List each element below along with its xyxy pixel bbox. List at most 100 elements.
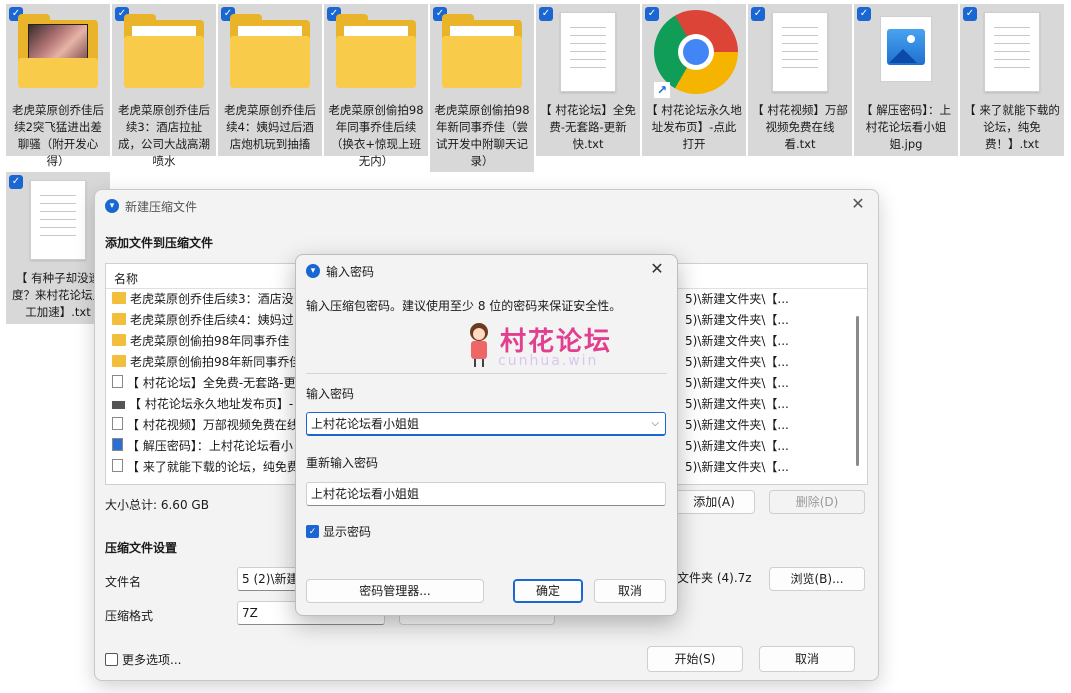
add-button[interactable]: 添加(A)	[673, 490, 755, 514]
file-tile[interactable]: ✓ 【 村花视频】万部视频免费在线看.txt	[748, 4, 852, 156]
text-file-icon	[112, 459, 123, 472]
folder-icon	[230, 10, 310, 94]
file-label: 老虎菜原创乔佳后续3：酒店拉扯成，公司大战高潮喷水	[118, 103, 210, 168]
dialog-titlebar: ▾ 输入密码	[306, 261, 374, 281]
list-item-path: 5)\新建文件夹\【...	[685, 292, 789, 306]
file-label: 【 村花论坛永久地址发布页】-点此打开	[646, 103, 742, 151]
text-file-icon	[760, 10, 840, 94]
browse-button[interactable]: 浏览(B)...	[769, 567, 865, 591]
list-item-name: 【 村花视频】万部视频免费在线	[127, 418, 299, 432]
list-item-path: 5)\新建文件夹\【...	[685, 460, 789, 474]
file-tile[interactable]: ✓ 老虎菜原创乔佳后续2突飞猛进出差聊骚（附开发心得）	[6, 4, 110, 168]
cancel-button[interactable]: 取消	[759, 646, 855, 672]
file-tile[interactable]: ✓ 【 解压密码】：上村花论坛看小姐姐.jpg	[854, 4, 958, 156]
divider	[306, 373, 667, 374]
password-manager-button[interactable]: 密码管理器...	[306, 579, 484, 603]
text-file-icon	[972, 10, 1052, 94]
format-label: 压缩格式	[105, 609, 154, 623]
file-label: 老虎菜原创乔佳后续4：姨妈过后酒店炮机玩到抽搐	[224, 103, 316, 151]
file-tile[interactable]: ✓ 老虎菜原创乔佳后续4：姨妈过后酒店炮机玩到抽搐	[218, 4, 322, 156]
delete-button[interactable]: 删除(D)	[769, 490, 865, 514]
list-item-name: 【 村花论坛永久地址发布页】-	[129, 397, 294, 411]
start-button[interactable]: 开始(S)	[647, 646, 743, 672]
file-label: 【 解压密码】：上村花论坛看小姐姐.jpg	[861, 103, 951, 151]
file-label: 【 村花论坛】全免费-无套路-更新快.txt	[540, 103, 636, 151]
add-files-heading: 添加文件到压缩文件	[105, 236, 214, 250]
folder-icon	[336, 10, 416, 94]
dialog-titlebar: ▾ 新建压缩文件	[105, 196, 197, 216]
file-tile[interactable]: ✓ ↗ 【 村花论坛永久地址发布页】-点此打开	[642, 4, 746, 156]
app-logo-icon: ▾	[105, 199, 119, 213]
folder-icon	[112, 334, 126, 346]
show-password-label: 显示密码	[323, 525, 372, 539]
password-label: 输入密码	[306, 387, 355, 401]
reenter-password-input[interactable]: 上村花论坛看小姐姐	[306, 482, 666, 506]
app-logo-icon: ▾	[306, 264, 320, 278]
list-item-name: 【 来了就能下载的论坛，纯免费	[127, 460, 299, 474]
reenter-label: 重新输入密码	[306, 456, 379, 470]
file-label: 老虎菜原创偷拍98年同事乔佳后续（换衣+惊现上班无内）	[328, 103, 424, 168]
file-tile[interactable]: ✓ 老虎菜原创偷拍98年新同事乔佳（尝试开发中附聊天记录）	[430, 4, 534, 172]
close-icon[interactable]: ✕	[848, 194, 868, 214]
text-file-icon	[548, 10, 628, 94]
file-tile[interactable]: ✓ 老虎菜原创乔佳后续3：酒店拉扯成，公司大战高潮喷水	[112, 4, 216, 168]
password-dialog: ▾ 输入密码 ✕ 输入压缩包密码。建议使用至少 8 位的密码来保证安全性。 村花…	[295, 254, 678, 616]
list-item-name: 【 解压密码】：上村花论坛看小	[127, 439, 293, 453]
file-label: 【 有种子却没速度？来村花论坛人工加速】.txt	[12, 271, 104, 319]
list-item-name: 老虎菜原创乔佳后续4：姨妈过	[130, 313, 294, 327]
show-password-checkbox[interactable]: ✓ 显示密码	[306, 523, 371, 540]
chevron-down-icon[interactable]: ⌵	[651, 413, 659, 434]
list-item-path: 5)\新建文件夹\【...	[685, 439, 789, 453]
cancel-button[interactable]: 取消	[594, 579, 666, 603]
filename-label: 文件名	[105, 575, 142, 589]
total-size: 大小总计: 6.60 GB	[105, 498, 209, 512]
column-header-name[interactable]: 名称	[114, 270, 138, 287]
vertical-scrollbar[interactable]	[856, 316, 859, 466]
folder-icon	[112, 355, 126, 367]
password-description: 输入压缩包密码。建议使用至少 8 位的密码来保证安全性。	[306, 299, 622, 313]
chrome-shortcut-icon: ↗	[654, 10, 738, 98]
list-item-path: 5)\新建文件夹\【...	[685, 397, 789, 411]
file-tile[interactable]: ✓ 【 来了就能下载的论坛，纯免费！】.txt	[960, 4, 1064, 156]
ok-button[interactable]: 确定	[513, 579, 583, 603]
password-input[interactable]: 上村花论坛看小姐姐 ⌵	[306, 412, 666, 436]
image-file-icon	[866, 10, 946, 94]
file-label: 【 来了就能下载的论坛，纯免费！】.txt	[964, 103, 1060, 151]
close-icon[interactable]: ✕	[647, 259, 667, 279]
list-item-name: 老虎菜原创偷拍98年同事乔佳	[130, 334, 290, 348]
watermark-logo: 村花论坛 cunhua.win	[466, 321, 646, 377]
settings-heading: 压缩文件设置	[105, 541, 178, 555]
file-tile[interactable]: ✓ 老虎菜原创偷拍98年同事乔佳后续（换衣+惊现上班无内）	[324, 4, 428, 168]
folder-icon	[112, 292, 126, 304]
file-label: 老虎菜原创乔佳后续2突飞猛进出差聊骚（附开发心得）	[12, 103, 104, 168]
shortcut-icon	[112, 401, 125, 409]
list-item-name: 老虎菜原创偷拍98年新同事乔佳	[130, 355, 302, 369]
list-item-path: 5)\新建文件夹\【...	[685, 313, 789, 327]
mascot-girl-icon	[466, 323, 492, 367]
checkbox-icon[interactable]	[105, 653, 118, 666]
checkbox-checked-icon[interactable]: ✓	[306, 525, 319, 538]
list-item-path: 5)\新建文件夹\【...	[685, 334, 789, 348]
password-value: 上村花论坛看小姐姐	[311, 417, 420, 431]
list-item-name: 【 村花论坛】全免费-无套路-更	[127, 376, 296, 390]
folder-icon	[112, 313, 126, 325]
file-label: 老虎菜原创偷拍98年新同事乔佳（尝试开发中附聊天记录）	[434, 103, 530, 168]
image-file-icon	[112, 438, 123, 451]
more-options-label: 更多选项...	[122, 653, 182, 667]
list-item-path: 5)\新建文件夹\【...	[685, 376, 789, 390]
more-options-checkbox[interactable]: 更多选项...	[105, 651, 181, 668]
list-item-name: 老虎菜原创乔佳后续3：酒店没	[130, 292, 294, 306]
folder-icon	[124, 10, 204, 94]
filename-field-tail[interactable]: 文件夹 (4).7z	[673, 567, 755, 591]
list-item-path: 5)\新建文件夹\【...	[685, 418, 789, 432]
text-file-icon	[112, 417, 123, 430]
list-item-path: 5)\新建文件夹\【...	[685, 355, 789, 369]
dialog-title: 新建压缩文件	[125, 199, 198, 214]
dialog-title: 输入密码	[326, 264, 375, 279]
text-file-icon	[112, 375, 123, 388]
video-folder-icon	[18, 10, 98, 94]
watermark-subtitle: cunhua.win	[498, 353, 599, 369]
shortcut-arrow-icon: ↗	[654, 82, 670, 98]
file-tile[interactable]: ✓ 【 村花论坛】全免费-无套路-更新快.txt	[536, 4, 640, 156]
file-label: 【 村花视频】万部视频免费在线看.txt	[752, 103, 848, 151]
